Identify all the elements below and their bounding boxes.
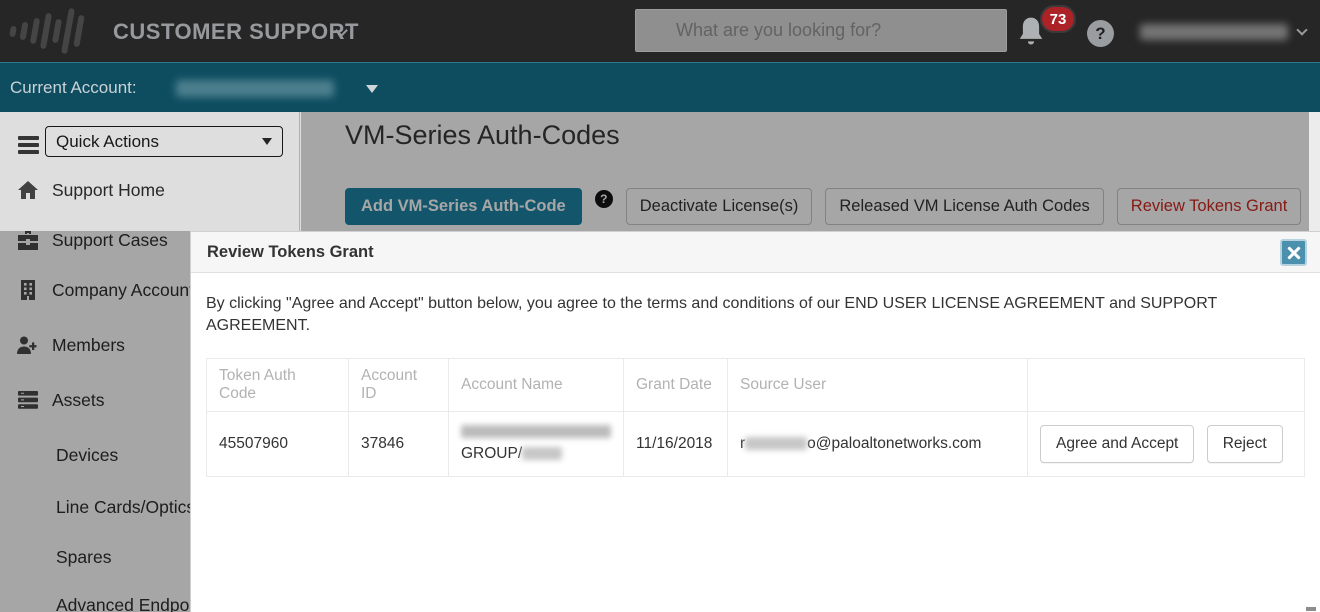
account-name-redacted [176,80,334,97]
col-token-auth-code: Token Auth Code [207,359,349,412]
account-name-redacted-chip [522,447,562,460]
current-account-label: Current Account: [10,78,137,98]
help-icon[interactable]: ? [1087,20,1114,47]
modal-body: By clicking "Agree and Accept" button be… [191,273,1320,612]
col-account-id: Account ID [349,359,449,412]
col-grant-date: Grant Date [624,359,728,412]
cell-source-user: ro@paloaltonetworks.com [728,412,1028,477]
account-name-redacted-line [461,425,611,438]
agreement-text: By clicking "Agree and Accept" button be… [206,293,1308,336]
page: CUSTOMER SUPPORT 73 ? Current Account: Q… [0,0,1320,612]
review-tokens-grant-modal: Review Tokens Grant By clicking "Agree a… [190,231,1320,612]
agree-and-accept-button[interactable]: Agree and Accept [1040,425,1194,463]
cell-grant-date: 11/16/2018 [624,412,728,477]
cell-account-id: 37846 [349,412,449,477]
search-input[interactable] [635,9,1007,52]
brand-logo-icon [10,0,82,62]
account-selector-caret-down-icon[interactable] [366,85,378,93]
modal-title: Review Tokens Grant [207,232,374,273]
table-row: 45507960 37846 GROUP/ 11/16/2018 ro@palo… [207,412,1305,477]
app-title: CUSTOMER SUPPORT [113,19,359,45]
cell-actions: Agree and Accept Reject [1028,412,1305,477]
table-header-row: Token Auth Code Account ID Account Name … [207,359,1305,412]
modal-header: Review Tokens Grant [191,232,1320,273]
top-header: CUSTOMER SUPPORT 73 ? [0,0,1320,62]
modal-backdrop-sidebar-light [0,112,301,231]
scrollbar-track[interactable] [1309,112,1320,231]
current-account-bar: Current Account: [0,62,1320,112]
reject-button[interactable]: Reject [1207,425,1283,463]
source-user-visible: o@paloaltonetworks.com [807,435,981,452]
user-name-redacted[interactable] [1140,24,1288,40]
tokens-grant-table: Token Auth Code Account ID Account Name … [206,358,1305,477]
cell-token-auth-code: 45507960 [207,412,349,477]
notification-count-badge: 73 [1040,5,1076,33]
source-user-redacted-chip [745,437,807,450]
user-menu-chevron-down-icon[interactable] [1296,24,1307,35]
col-account-name: Account Name [449,359,624,412]
col-actions [1028,359,1305,412]
account-name-visible: GROUP/ [461,445,522,462]
col-source-user: Source User [728,359,1028,412]
close-icon[interactable] [1280,239,1307,266]
corner-artifact [1306,607,1316,611]
cell-account-name: GROUP/ [449,412,624,477]
